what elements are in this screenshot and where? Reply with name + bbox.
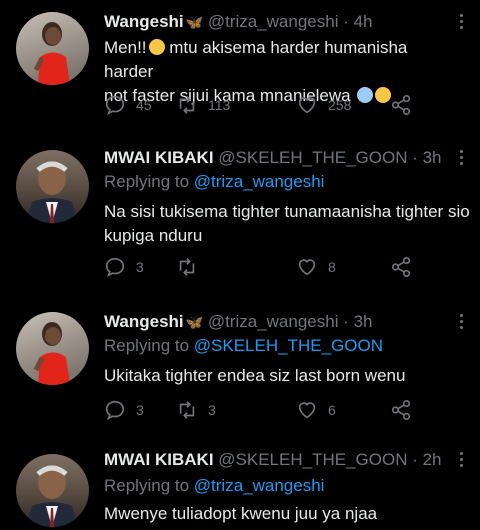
tweet-3[interactable]: Wangeshi 🦋 @triza_wangeshi · 3h Replying …: [0, 312, 480, 452]
display-name[interactable]: MWAI KIBAKI: [104, 148, 214, 167]
retweet-count: 113: [208, 97, 231, 113]
like-button[interactable]: 6: [296, 398, 336, 422]
avatar[interactable]: [16, 454, 89, 527]
replying-to: Replying to @triza_wangeshi: [104, 172, 325, 191]
like-count: 6: [328, 402, 336, 418]
reply-count: 3: [136, 259, 144, 275]
handle[interactable]: @triza_wangeshi: [208, 12, 339, 31]
tweet-4[interactable]: MWAI KIBAKI @SKELEH_THE_GOON · 2h Replyi…: [0, 450, 480, 530]
tweet-text: Ukitaka tighter endea siz last born wenu: [104, 366, 406, 385]
retweet-count: 3: [208, 402, 216, 418]
tweet-actions: 3 8: [104, 255, 434, 279]
retweet-button[interactable]: 3: [176, 398, 216, 422]
avatar[interactable]: [16, 150, 89, 223]
like-button[interactable]: 8: [296, 255, 336, 279]
tweet-header: Wangeshi 🦋 @triza_wangeshi · 4h: [104, 12, 373, 32]
reply-count: 3: [136, 402, 144, 418]
mention-link[interactable]: @triza_wangeshi: [194, 172, 325, 191]
tweet-header: Wangeshi 🦋 @triza_wangeshi · 3h: [104, 312, 373, 332]
replying-to: Replying to @SKELEH_THE_GOON: [104, 336, 383, 355]
more-icon[interactable]: [460, 14, 464, 32]
timestamp[interactable]: · 3h: [343, 312, 372, 331]
like-count: 258: [328, 97, 352, 113]
tweet-header: MWAI KIBAKI @SKELEH_THE_GOON · 3h: [104, 148, 442, 168]
display-name[interactable]: MWAI KIBAKI: [104, 450, 214, 469]
butterfly-icon: 🦋: [185, 14, 204, 30]
heart-icon: [298, 97, 316, 114]
share-button[interactable]: [390, 93, 422, 117]
retweet-icon: [179, 258, 195, 276]
tweet-text: Mwenye tuliadopt kwenu juu ya njaa: [104, 504, 378, 523]
display-name[interactable]: Wangeshi: [104, 12, 184, 31]
tweet-header: MWAI KIBAKI @SKELEH_THE_GOON · 2h: [104, 450, 442, 470]
handle[interactable]: @SKELEH_THE_GOON: [218, 148, 407, 167]
share-button[interactable]: [390, 255, 422, 279]
retweet-icon: [179, 96, 195, 114]
share-icon: [391, 400, 411, 420]
tweet-2[interactable]: MWAI KIBAKI @SKELEH_THE_GOON · 3h Replyi…: [0, 148, 480, 308]
tweet-actions: 3 3 6: [104, 398, 434, 422]
share-button[interactable]: [390, 398, 422, 422]
butterfly-icon: 🦋: [185, 314, 204, 330]
timestamp[interactable]: · 2h: [412, 450, 441, 469]
reply-icon: [105, 400, 125, 420]
mention-link[interactable]: @SKELEH_THE_GOON: [194, 336, 383, 355]
retweet-button[interactable]: 113: [176, 93, 230, 117]
heart-icon: [298, 402, 316, 419]
mention-link[interactable]: @triza_wangeshi: [194, 476, 325, 495]
more-icon[interactable]: [460, 452, 464, 470]
more-icon[interactable]: [460, 314, 464, 332]
reply-button[interactable]: 45: [104, 93, 152, 117]
reply-count: 45: [136, 97, 152, 113]
replying-to: Replying to @triza_wangeshi: [104, 476, 325, 495]
share-icon: [391, 95, 411, 115]
tweet-1[interactable]: Wangeshi 🦋 @triza_wangeshi · 4h Men!! mtu…: [0, 0, 480, 150]
reply-icon: [105, 257, 125, 277]
avatar[interactable]: [16, 312, 89, 385]
share-icon: [391, 257, 411, 277]
tweet-actions: 45 113 258: [104, 93, 434, 117]
like-count: 8: [328, 259, 336, 275]
heart-icon: [298, 259, 316, 276]
retweet-button[interactable]: [176, 255, 208, 279]
avatar[interactable]: [16, 12, 89, 85]
reply-icon: [105, 95, 125, 115]
display-name[interactable]: Wangeshi: [104, 312, 184, 331]
timestamp[interactable]: · 3h: [412, 148, 441, 167]
reply-button[interactable]: 3: [104, 398, 144, 422]
more-icon[interactable]: [460, 150, 464, 168]
retweet-icon: [179, 401, 195, 419]
like-button[interactable]: 258: [296, 93, 351, 117]
handle[interactable]: @triza_wangeshi: [208, 312, 339, 331]
timestamp[interactable]: · 4h: [343, 12, 372, 31]
reply-button[interactable]: 3: [104, 255, 144, 279]
emoji: [148, 39, 165, 55]
tweet-text: Na sisi tukisema tighter tunamaanisha ti…: [104, 202, 470, 245]
handle[interactable]: @SKELEH_THE_GOON: [218, 450, 407, 469]
